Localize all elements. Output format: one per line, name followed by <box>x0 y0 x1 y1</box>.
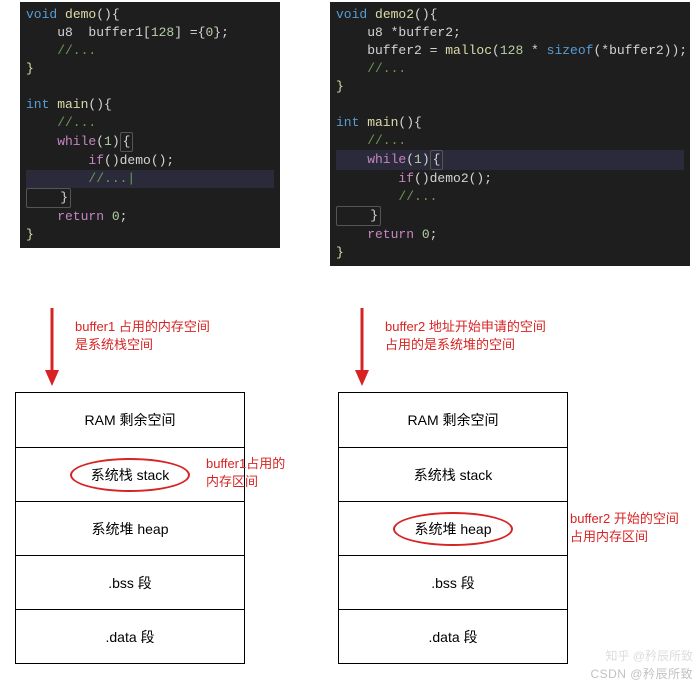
memory-table-right: RAM 剩余空间 系统栈 stack 系统堆 heap .bss 段 .data… <box>338 392 568 664</box>
mem-row-data: .data 段 <box>16 609 244 663</box>
keyword-void: void <box>26 7 57 22</box>
mem-row-ram: RAM 剩余空间 <box>339 393 567 447</box>
left-column: void demo(){ u8 buffer1[128] ={0}; //...… <box>20 2 320 248</box>
memory-table-left: RAM 剩余空间 系统栈 stack 系统堆 heap .bss 段 .data… <box>15 392 245 664</box>
mem-row-ram: RAM 剩余空间 <box>16 393 244 447</box>
mem-row-stack: 系统栈 stack <box>339 447 567 501</box>
mem-row-bss: .bss 段 <box>339 555 567 609</box>
mem-row-heap: 系统堆 heap <box>16 501 244 555</box>
watermark-csdn: CSDN @矜辰所致 <box>590 665 693 682</box>
fn-demo: demo <box>57 7 96 22</box>
side-note-stack: buffer1占用的 内存区间 <box>206 455 285 491</box>
code-block-left: void demo(){ u8 buffer1[128] ={0}; //...… <box>20 2 280 248</box>
mem-row-heap: 系统堆 heap <box>339 501 567 555</box>
right-column: void demo2(){ u8 *buffer2; buffer2 = mal… <box>330 2 699 266</box>
mem-row-bss: .bss 段 <box>16 555 244 609</box>
note-right: buffer2 地址开始申请的空间 占用的是系统堆的空间 <box>385 318 546 354</box>
arrow-right-icon <box>352 308 372 386</box>
note-left: buffer1 占用的内存空间 是系统栈空间 <box>75 318 210 354</box>
watermark-zhihu: 知乎 @矜辰所致 <box>605 647 693 664</box>
mem-row-data: .data 段 <box>339 609 567 663</box>
side-note-heap: buffer2 开始的空间 占用内存区间 <box>570 510 679 546</box>
code-block-right: void demo2(){ u8 *buffer2; buffer2 = mal… <box>330 2 690 266</box>
arrow-left-icon <box>42 308 62 386</box>
